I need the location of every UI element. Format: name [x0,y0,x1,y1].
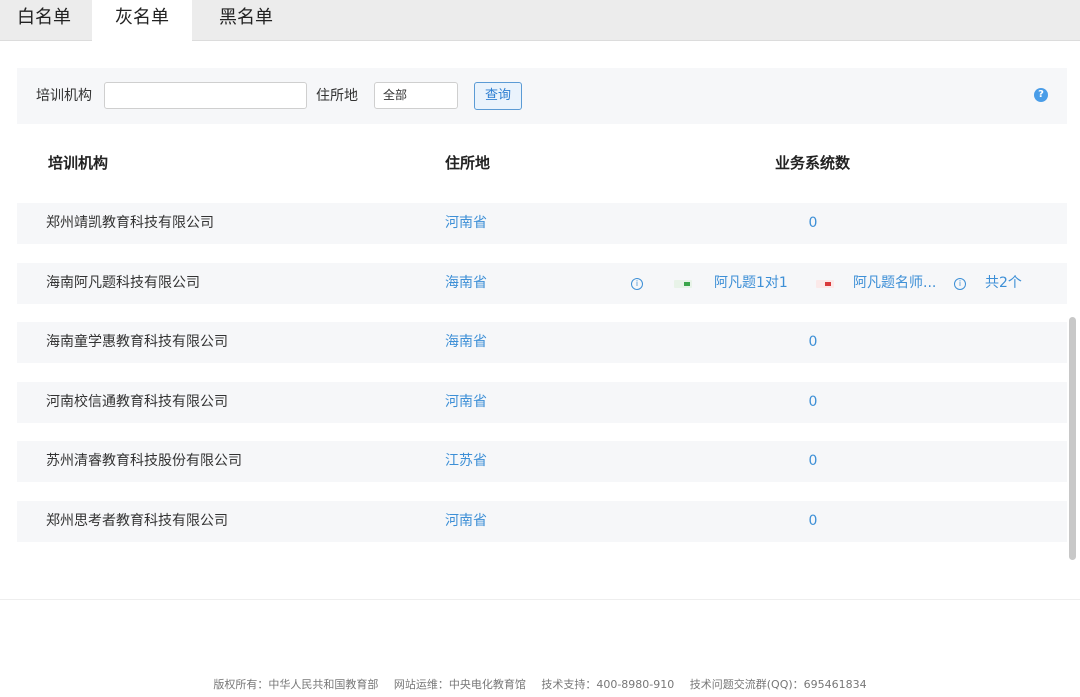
footer-copyright: 版权所有：中华人民共和国教育部 [213,678,379,691]
header-system-count: 业务系统数 [775,154,851,172]
system-link[interactable]: 阿凡题1对1 [714,263,788,304]
table-row: 海南阿凡题科技有限公司 海南省 i 阿凡题1对1 阿凡题名师... i 共2个 [17,262,1067,304]
location-link[interactable]: 海南省 [445,322,487,363]
table-row: 郑州靖凯教育科技有限公司 河南省 0 [17,203,1067,244]
org-name: 河南校信通教育科技有限公司 [46,393,228,410]
header-location: 住所地 [445,154,491,172]
system-count[interactable]: 0 [807,322,819,363]
query-button[interactable]: 查询 [474,82,522,110]
org-name: 郑州靖凯教育科技有限公司 [46,215,214,231]
footer: 版权所有：中华人民共和国教育部 网站运维：中央电化教育馆 技术支持：400-89… [0,676,1080,692]
org-filter-label: 培训机构 [36,88,92,104]
org-name: 海南童学惠教育科技有限公司 [46,334,228,351]
table-header: 培训机构 住所地 业务系统数 [17,140,1067,186]
system-link[interactable]: 阿凡题名师... [853,263,936,304]
table-row: 苏州清睿教育科技股份有限公司 江苏省 0 [17,441,1067,483]
tab-bar: 白名单 灰名单 黑名单 [0,0,1080,42]
location-link[interactable]: 江苏省 [445,441,487,482]
vertical-scrollbar[interactable] [1069,317,1076,560]
system-logo-icon [816,279,834,288]
table-body: 郑州靖凯教育科技有限公司 河南省 0 海南阿凡题科技有限公司 海南省 i 阿凡题… [17,203,1067,561]
org-name: 苏州清睿教育科技股份有限公司 [46,453,242,470]
tab-whitelist[interactable]: 白名单 [0,0,88,41]
system-logo-icon [674,279,692,288]
footer-operator: 网站运维：中央电化教育馆 [393,678,526,691]
tab-blacklist[interactable]: 黑名单 [196,0,296,41]
system-total[interactable]: 共2个 [985,263,1022,304]
location-select[interactable]: 全部 [374,82,458,109]
tab-graylist[interactable]: 灰名单 [92,0,192,42]
system-count[interactable]: 0 [807,203,819,244]
org-name: 郑州思考者教育科技有限公司 [46,512,228,529]
help-icon[interactable]: ? [1034,88,1048,102]
org-filter-input[interactable] [104,82,307,109]
info-icon[interactable]: i [631,277,643,290]
system-count[interactable]: 0 [807,441,819,482]
system-count[interactable]: 0 [807,382,819,423]
table-row: 郑州思考者教育科技有限公司 河南省 0 [17,500,1067,542]
filter-bar: 培训机构 住所地 全部 查询 ? [17,68,1067,124]
footer-qq: 技术问题交流群(QQ)：695461834 [689,678,867,691]
footer-support: 技术支持：400-8980-910 [541,678,675,691]
org-name: 海南阿凡题科技有限公司 [46,274,200,291]
location-link[interactable]: 河南省 [445,203,487,244]
location-filter-label: 住所地 [316,88,358,104]
table-row: 海南童学惠教育科技有限公司 海南省 0 [17,322,1067,364]
location-link[interactable]: 河南省 [445,382,487,423]
footer-divider [0,599,1080,600]
location-link[interactable]: 海南省 [445,263,487,304]
location-link[interactable]: 河南省 [445,501,487,542]
table-row: 河南校信通教育科技有限公司 河南省 0 [17,381,1067,423]
system-count[interactable]: 0 [807,501,819,542]
info-icon[interactable]: i [954,277,966,290]
header-org: 培训机构 [48,154,109,172]
